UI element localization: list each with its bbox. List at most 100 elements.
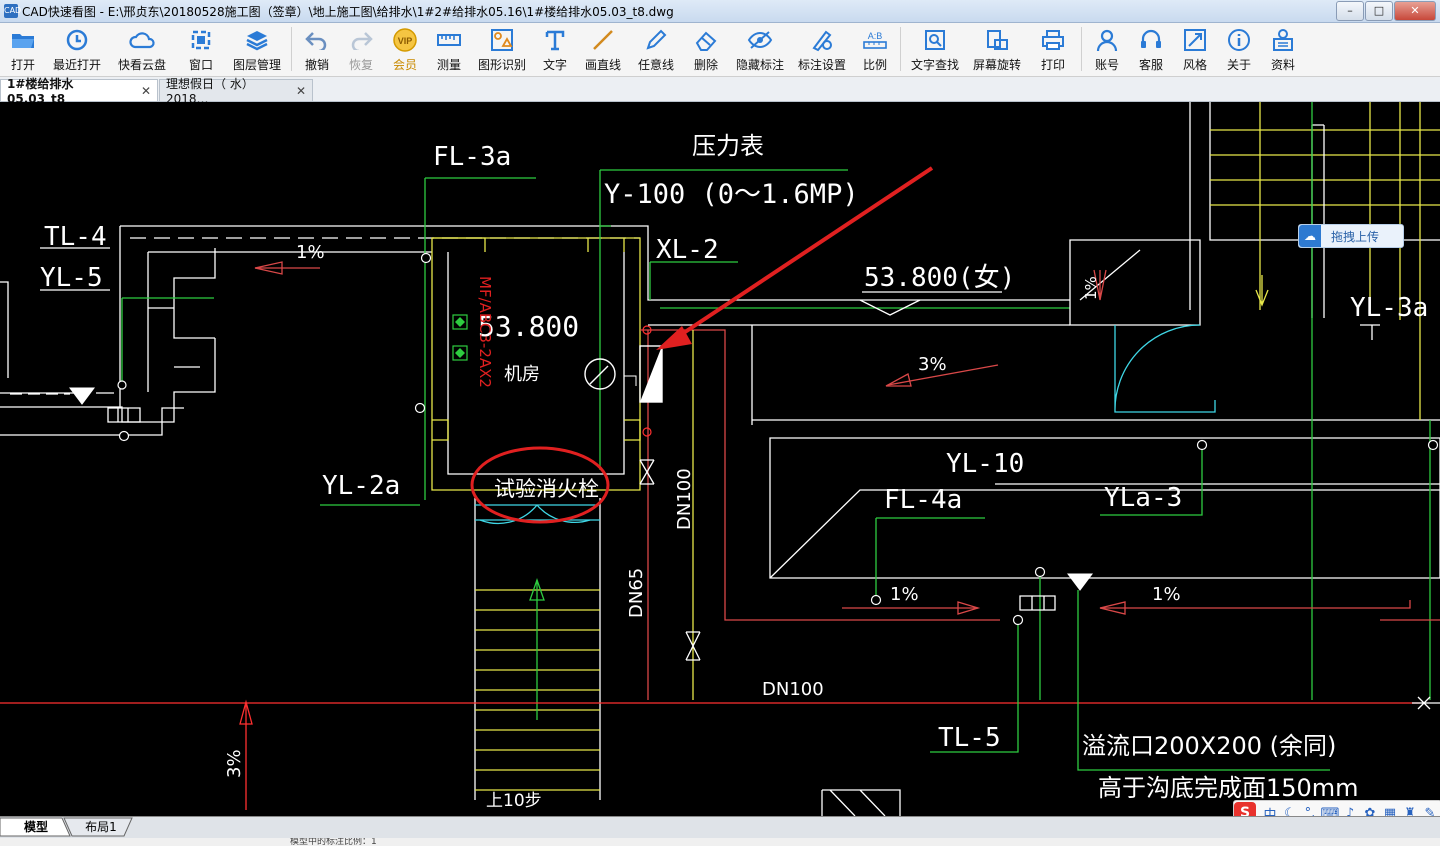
measure-button[interactable]: 测量 (427, 23, 471, 76)
label-pressure-gauge: 压力表 (692, 132, 764, 160)
shape-recognize-icon (489, 27, 515, 53)
cloud-icon (129, 27, 155, 53)
undo-icon (304, 27, 330, 53)
drawing-canvas[interactable]: FL-3a TL-4 YL-5 Y-100 (0～1.6MP) XL-2 53.… (0, 102, 1440, 816)
style-button[interactable]: 风格 (1173, 23, 1217, 76)
eraser-icon (693, 27, 719, 53)
layer-manager-button[interactable]: 图层管理 (226, 23, 288, 76)
about-button[interactable]: 关于 (1217, 23, 1261, 76)
info-icon (1226, 27, 1252, 53)
label-pct1-left: 1% (890, 584, 919, 605)
recent-button[interactable]: 最近打开 (46, 23, 108, 76)
customer-service-button[interactable]: 客服 (1129, 23, 1173, 76)
style-icon (1182, 27, 1208, 53)
vip-icon-text: VIP (398, 36, 413, 46)
tab-close-icon[interactable]: ✕ (296, 84, 306, 98)
label-pct3-left: 3% (224, 749, 245, 778)
main-toolbar: 打开 最近打开 快看云盘 窗口 图层管理 撤销 恢复 VIP 会员 测量 图形识… (0, 23, 1440, 77)
label-dn100-h: DN100 (762, 679, 824, 700)
label-side-pct: 1% (1082, 276, 1100, 300)
rotate-screen-button[interactable]: 屏幕旋转 (966, 23, 1028, 76)
delete-button[interactable]: 删除 (683, 23, 729, 76)
freehand-button[interactable]: 任意线 (629, 23, 683, 76)
scale-button[interactable]: A:B 比例 (853, 23, 897, 76)
history-icon (64, 27, 90, 53)
tab-layout1[interactable]: 布局1 (78, 818, 124, 836)
layers-icon (244, 27, 270, 53)
documents-icon (1270, 27, 1296, 53)
user-icon (1094, 27, 1120, 53)
tab-document-1[interactable]: 1#楼给排水05.03_t8 ✕ (0, 77, 158, 106)
window-button[interactable]: 窗口 (176, 23, 226, 76)
tab-model[interactable]: 模型 (14, 818, 58, 836)
ruler-icon (436, 27, 462, 53)
draw-line-button[interactable]: 画直线 (577, 23, 629, 76)
label-pct3-mid: 3% (918, 354, 947, 375)
cloud-disk-button[interactable]: 快看云盘 (108, 23, 176, 76)
tab-close-icon[interactable]: ✕ (141, 84, 151, 98)
text-search-icon (922, 27, 948, 53)
scale-icon-text: A:B (868, 31, 883, 41)
maximize-button[interactable]: □ (1365, 1, 1393, 21)
vip-button[interactable]: VIP 会员 (383, 23, 427, 76)
text-search-button[interactable]: 文字查找 (904, 23, 966, 76)
label-yla3: YLa-3 (1104, 483, 1182, 513)
label-tl4: TL-4 (44, 222, 107, 252)
label-machine-room: 机房 (504, 364, 540, 385)
pen-icon (643, 27, 669, 53)
print-button[interactable]: 打印 (1028, 23, 1078, 76)
minimize-button[interactable]: – (1336, 1, 1364, 21)
annotation-settings-button[interactable]: 标注设置 (791, 23, 853, 76)
printer-icon (1040, 27, 1066, 53)
shape-recognize-button[interactable]: 图形识别 (471, 23, 533, 76)
line-icon (590, 27, 616, 53)
label-tl5: TL-5 (938, 723, 1001, 753)
scale-icon: A:B (862, 27, 888, 53)
rotate-screen-icon (984, 27, 1010, 53)
app-icon: CAD (4, 4, 21, 18)
close-button[interactable]: ✕ (1394, 1, 1436, 21)
label-above-trench: 高于沟底完成面150mm (1098, 774, 1359, 802)
text-button[interactable]: 文字 (533, 23, 577, 76)
drag-upload-label: 拖拽上传 (1331, 229, 1380, 244)
label-pct1-right: 1% (1152, 584, 1181, 605)
annotation-settings-icon (809, 27, 835, 53)
window-icon (188, 27, 214, 53)
label-pct1-top: 1% (296, 242, 325, 263)
label-fl3a: FL-3a (433, 142, 511, 172)
title-bar: CAD CAD快速看图 - E:\邢贞东\20180528施工图（签章）\地上施… (0, 0, 1440, 23)
headset-icon (1138, 27, 1164, 53)
document-tab-bar: 1#楼给排水05.03_t8 ✕ 理想假日（ 水）2018… ✕ (0, 77, 1440, 106)
label-overflow: 溢流口200X200 (余同) (1082, 732, 1336, 760)
label-yl5: YL-5 (40, 263, 103, 293)
tab-document-2[interactable]: 理想假日（ 水）2018… ✕ (159, 77, 313, 106)
folder-open-icon (10, 27, 36, 53)
label-dn100-v: DN100 (674, 468, 695, 530)
vip-icon: VIP (392, 27, 418, 53)
window-controls: – □ ✕ (1335, 1, 1436, 21)
label-up10: 上10步 (486, 791, 542, 811)
label-yl3a: YL-3a (1350, 293, 1428, 323)
label-xl2: XL-2 (656, 235, 719, 265)
label-yl10: YL-10 (946, 449, 1024, 479)
undo-button[interactable]: 撤销 (295, 23, 339, 76)
label-mf-abc: MF/ABC3-2AX2 (476, 276, 494, 388)
status-bar: 模型中的标注比例：1 (0, 838, 1440, 846)
label-y100: Y-100 (0～1.6MP) (604, 179, 859, 210)
label-elev-538-female: 53.800(女) (864, 263, 1015, 293)
text-icon (542, 27, 568, 53)
eye-hide-icon (747, 27, 773, 53)
baidu-cloud-icon: ☁ (1299, 225, 1321, 247)
status-text: 模型中的标注比例：1 (290, 838, 377, 846)
label-test-hydrant: 试验消火栓 (494, 477, 599, 501)
hide-annotation-button[interactable]: 隐藏标注 (729, 23, 791, 76)
label-dn65-v: DN65 (626, 568, 647, 618)
drag-upload-button[interactable]: ☁ 拖拽上传 (1298, 224, 1404, 248)
layout-tab-bar: 模型 布局1 (0, 816, 1440, 838)
open-button[interactable]: 打开 (0, 23, 46, 76)
window-title: CAD快速看图 - E:\邢贞东\20180528施工图（签章）\地上施工图\给… (22, 4, 674, 19)
redo-icon (348, 27, 374, 53)
documents-button[interactable]: 资料 (1261, 23, 1305, 76)
account-button[interactable]: 账号 (1085, 23, 1129, 76)
redo-button[interactable]: 恢复 (339, 23, 383, 76)
